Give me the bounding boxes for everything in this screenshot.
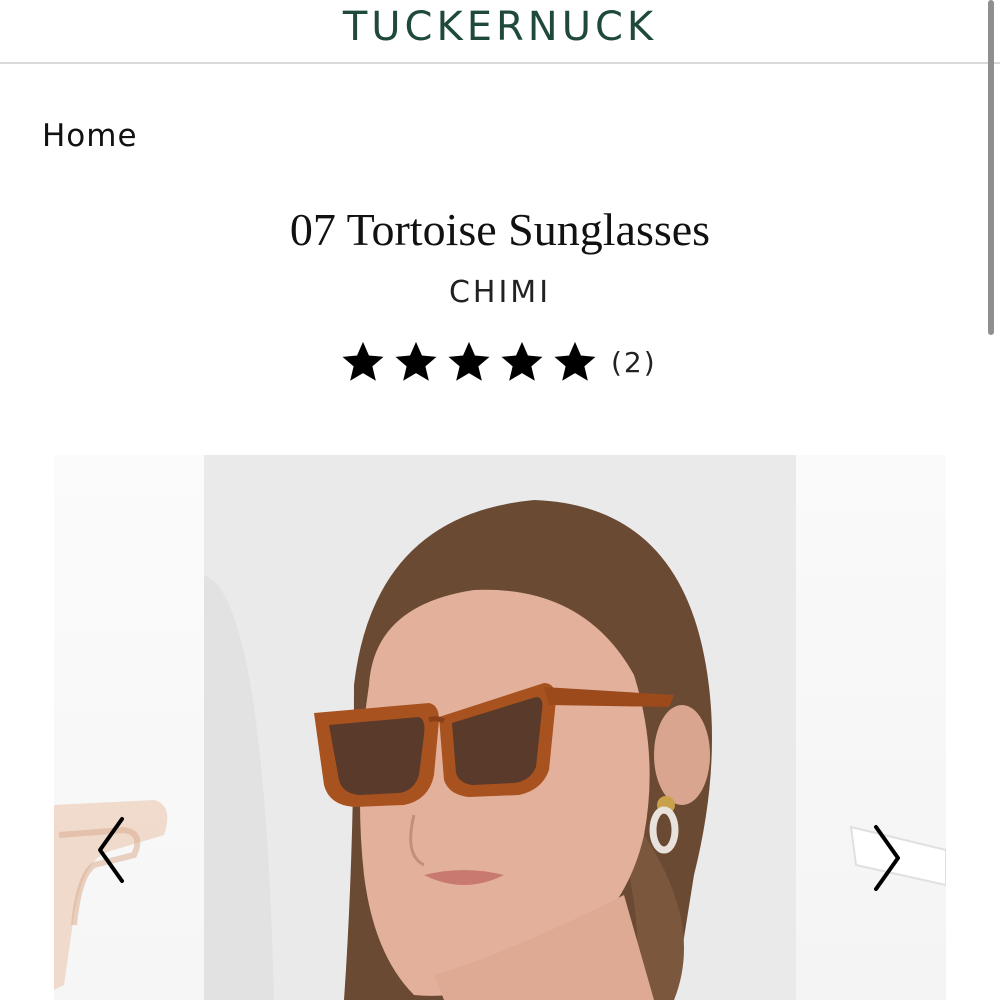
star-icon (501, 341, 543, 381)
brand-logo[interactable]: TUCKERNUCK (0, 4, 1000, 50)
model-wearing-tortoise-sunglasses-image (204, 455, 796, 1000)
product-rating[interactable]: (2) (340, 338, 657, 386)
product-title: 07 Tortoise Sunglasses (289, 204, 711, 255)
product-image-gallery (0, 455, 1000, 1000)
chevron-right-icon[interactable] (866, 823, 906, 893)
review-count[interactable]: (2) (611, 346, 657, 379)
next-image-thumbnail[interactable] (796, 455, 947, 1000)
main-product-image[interactable] (204, 455, 796, 1000)
star-icon (448, 341, 490, 381)
star-icon (554, 341, 596, 381)
star-icon (395, 341, 437, 381)
previous-image-thumbnail[interactable] (54, 455, 204, 1000)
site-header: TUCKERNUCK (0, 0, 1000, 64)
breadcrumb-home[interactable]: Home (42, 118, 138, 154)
product-brand[interactable]: CHIMI (0, 275, 1000, 310)
star-icon (342, 341, 384, 381)
sunglasses-frame-icon (849, 825, 947, 887)
chevron-left-icon[interactable] (92, 815, 132, 885)
sunglasses-frame-icon (54, 800, 168, 990)
